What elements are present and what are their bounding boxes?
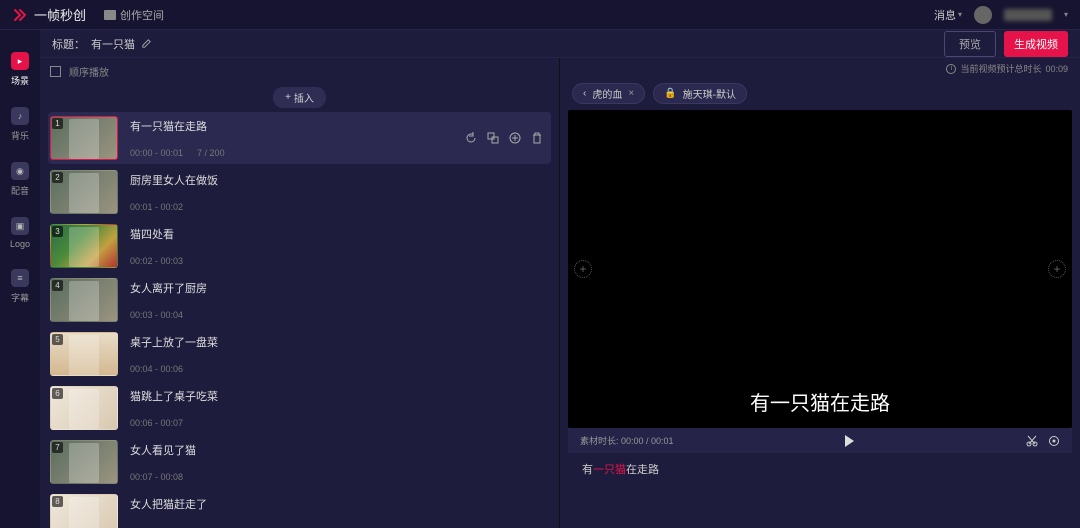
scene-thumbnail[interactable]: 3 bbox=[50, 224, 118, 268]
side-nav: ▸ 场景 ♪ 背乐 ◉ 配音 ▣ Logo ≡ 字幕 bbox=[0, 30, 40, 528]
scene-title: 厨房里女人在做饭 bbox=[130, 172, 453, 188]
top-bar: 一帧秒创 创作空间 消息 ▾ ▾ bbox=[0, 0, 1080, 30]
scene-title: 女人把猫赶走了 bbox=[130, 496, 453, 512]
scene-index: 4 bbox=[52, 280, 63, 291]
project-title: 标题：有一只猫 bbox=[52, 36, 152, 52]
clip-duration: 素材时长: 00:00 / 00:01 bbox=[580, 434, 674, 447]
scene-actions bbox=[465, 116, 549, 160]
scene-row[interactable]: 1 有一只猫在走路 00:00 - 00:017 / 200 bbox=[48, 112, 551, 164]
chevron-left-icon: ‹ bbox=[583, 88, 586, 99]
scene-list[interactable]: 1 有一只猫在走路 00:00 - 00:017 / 200 2 厨房里女人在做… bbox=[40, 112, 559, 528]
add-icon[interactable] bbox=[509, 132, 521, 144]
scene-index: 3 bbox=[52, 226, 63, 237]
play-icon bbox=[845, 435, 854, 447]
play-button[interactable] bbox=[845, 435, 854, 447]
scene-thumbnail[interactable]: 7 bbox=[50, 440, 118, 484]
scene-index: 5 bbox=[52, 334, 63, 345]
scene-row[interactable]: 8 女人把猫赶走了 bbox=[48, 490, 551, 528]
prev-scene-button[interactable]: + bbox=[574, 260, 592, 278]
chevron-down-icon: ▾ bbox=[958, 10, 962, 19]
caption-editor[interactable]: 有一只猫在走路 bbox=[568, 453, 1072, 485]
total-duration: i 当前视频预计总时长 00:09 bbox=[560, 58, 1080, 79]
scene-thumbnail[interactable]: 5 bbox=[50, 332, 118, 376]
scene-toolbar: 顺序播放 bbox=[40, 58, 559, 85]
voice-icon: ◉ bbox=[11, 162, 29, 180]
tag-row: ‹虎的血× 🔒施天琪-默认 bbox=[560, 79, 1080, 110]
brand[interactable]: 一帧秒创 bbox=[12, 5, 86, 24]
user-chevron-down-icon[interactable]: ▾ bbox=[1064, 10, 1068, 19]
scene-panel: 顺序播放 + 插入 1 有一只猫在走路 00:00 - 00:017 / 200 bbox=[40, 58, 560, 528]
scene-index: 1 bbox=[52, 118, 63, 129]
scene-index: 8 bbox=[52, 496, 63, 507]
scene-meta: 00:00 - 00:017 / 200 bbox=[130, 148, 453, 158]
scene-row[interactable]: 5 桌子上放了一盘菜 00:04 - 00:06 bbox=[48, 328, 551, 380]
scene-thumbnail[interactable]: 4 bbox=[50, 278, 118, 322]
plus-icon: + bbox=[285, 92, 291, 103]
caption-overlay: 有一只猫在走路 bbox=[750, 387, 890, 416]
subtitle-icon: ≡ bbox=[11, 269, 29, 287]
nav-voice[interactable]: ◉ 配音 bbox=[11, 162, 29, 197]
tag-chip[interactable]: 🔒施天琪-默认 bbox=[653, 83, 747, 104]
workspace-icon bbox=[104, 10, 116, 20]
scene-index: 7 bbox=[52, 442, 63, 453]
scene-meta: 00:02 - 00:03 bbox=[130, 256, 453, 266]
next-scene-button[interactable]: + bbox=[1048, 260, 1066, 278]
scene-row[interactable]: 6 猫跳上了桌子吃菜 00:06 - 00:07 bbox=[48, 382, 551, 434]
generate-button[interactable]: 生成视频 bbox=[1004, 31, 1068, 57]
scene-thumbnail[interactable]: 8 bbox=[50, 494, 118, 528]
preview-button[interactable]: 预览 bbox=[944, 31, 996, 57]
brand-icon bbox=[12, 7, 28, 23]
music-icon: ♪ bbox=[11, 107, 29, 125]
scene-row[interactable]: 3 猫四处看 00:02 - 00:03 bbox=[48, 220, 551, 272]
nav-music[interactable]: ♪ 背乐 bbox=[11, 107, 29, 142]
scene-title: 桌子上放了一盘菜 bbox=[130, 334, 453, 350]
close-icon[interactable]: × bbox=[628, 88, 634, 99]
scene-index: 6 bbox=[52, 388, 63, 399]
edit-title-icon[interactable] bbox=[141, 38, 152, 49]
username[interactable] bbox=[1004, 9, 1052, 21]
delete-icon[interactable] bbox=[531, 132, 543, 144]
avatar[interactable] bbox=[974, 6, 992, 24]
messages-link[interactable]: 消息 ▾ bbox=[934, 7, 962, 23]
video-preview[interactable]: + + 有一只猫在走路 bbox=[568, 110, 1072, 428]
select-all-checkbox[interactable] bbox=[50, 66, 61, 77]
scene-thumbnail[interactable]: 2 bbox=[50, 170, 118, 214]
refresh-icon[interactable] bbox=[465, 132, 477, 144]
scene-title: 有一只猫在走路 bbox=[130, 118, 453, 134]
scene-row[interactable]: 2 厨房里女人在做饭 00:01 - 00:02 bbox=[48, 166, 551, 218]
logo-icon: ▣ bbox=[11, 217, 29, 235]
brand-name: 一帧秒创 bbox=[34, 5, 86, 24]
scene-title: 猫四处看 bbox=[130, 226, 453, 242]
scene-title: 猫跳上了桌子吃菜 bbox=[130, 388, 453, 404]
cut-button[interactable] bbox=[1026, 435, 1038, 447]
scene-title: 女人看见了猫 bbox=[130, 442, 453, 458]
scene-thumbnail[interactable]: 1 bbox=[50, 116, 118, 160]
scene-meta: 00:06 - 00:07 bbox=[130, 418, 453, 428]
lock-icon: 🔒 bbox=[664, 88, 676, 99]
settings-button[interactable] bbox=[1048, 435, 1060, 447]
title-bar: 标题：有一只猫 预览 生成视频 bbox=[40, 30, 1080, 58]
insert-button[interactable]: + 插入 bbox=[273, 87, 326, 108]
sequential-play-label: 顺序播放 bbox=[69, 64, 109, 79]
scene-row[interactable]: 4 女人离开了厨房 00:03 - 00:04 bbox=[48, 274, 551, 326]
scene-meta: 00:04 - 00:06 bbox=[130, 364, 453, 374]
tag-chip[interactable]: ‹虎的血× bbox=[572, 83, 645, 104]
info-icon: i bbox=[946, 64, 956, 74]
workspace-label: 创作空间 bbox=[120, 7, 164, 23]
replace-icon[interactable] bbox=[487, 132, 499, 144]
scene-thumbnail[interactable]: 6 bbox=[50, 386, 118, 430]
preview-panel: i 当前视频预计总时长 00:09 ‹虎的血× 🔒施天琪-默认 + + 有一只猫在… bbox=[560, 58, 1080, 528]
player-bar: 素材时长: 00:00 / 00:01 bbox=[568, 428, 1072, 453]
workspace-button[interactable]: 创作空间 bbox=[104, 7, 164, 23]
nav-logo[interactable]: ▣ Logo bbox=[10, 217, 30, 249]
scene-title: 女人离开了厨房 bbox=[130, 280, 453, 296]
scene-meta: 00:01 - 00:02 bbox=[130, 202, 453, 212]
scene-icon: ▸ bbox=[11, 52, 29, 70]
nav-scene[interactable]: ▸ 场景 bbox=[11, 52, 29, 87]
nav-subtitle[interactable]: ≡ 字幕 bbox=[11, 269, 29, 304]
scene-meta: 00:07 - 00:08 bbox=[130, 472, 453, 482]
scene-index: 2 bbox=[52, 172, 63, 183]
scene-row[interactable]: 7 女人看见了猫 00:07 - 00:08 bbox=[48, 436, 551, 488]
scene-meta: 00:03 - 00:04 bbox=[130, 310, 453, 320]
